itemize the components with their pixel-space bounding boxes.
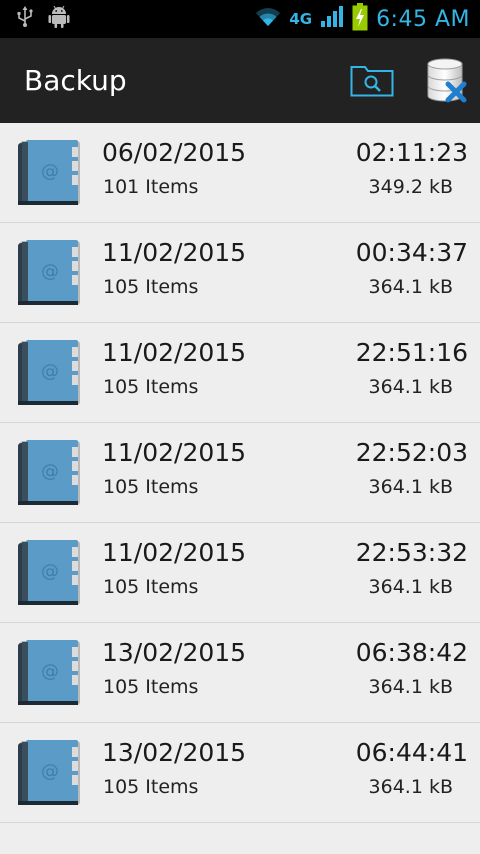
backup-date: 11/02/2015 [102, 438, 247, 467]
backup-date: 11/02/2015 [102, 238, 247, 267]
backup-file-size: 364.1 kB [368, 276, 453, 298]
svg-text:@: @ [41, 761, 59, 782]
backup-date: 11/02/2015 [102, 338, 247, 367]
backup-list: @ 06/02/2015 101 Items 02:11:23 349.2 kB… [0, 123, 480, 823]
backup-time: 06:44:41 [355, 738, 468, 767]
status-bar-right: 4G 6:45 AM [255, 0, 470, 38]
svg-text:@: @ [41, 561, 59, 582]
address-book-icon: @ [18, 340, 80, 405]
backup-item-count: 105 Items [103, 376, 199, 398]
backup-time: 00:34:37 [355, 238, 468, 267]
svg-text:@: @ [41, 261, 59, 282]
backup-file-size: 364.1 kB [368, 376, 453, 398]
svg-text:@: @ [41, 661, 59, 682]
status-bar: 4G 6:45 AM [0, 0, 480, 38]
backup-file-size: 364.1 kB [368, 576, 453, 598]
address-book-icon: @ [18, 140, 80, 205]
svg-text:@: @ [41, 161, 59, 182]
backup-item-count: 105 Items [103, 276, 199, 298]
backup-time: 22:53:32 [355, 538, 468, 567]
backup-item-count: 105 Items [103, 676, 199, 698]
backup-date: 13/02/2015 [102, 738, 247, 767]
backup-date: 13/02/2015 [102, 638, 247, 667]
clear-database-button[interactable] [420, 56, 470, 106]
android-debug-icon [48, 5, 70, 33]
backup-item-count: 105 Items [103, 576, 199, 598]
backup-list-item[interactable]: @ 13/02/2015 105 Items 06:38:42 364.1 kB [0, 623, 480, 723]
network-type-label: 4G [289, 10, 313, 28]
backup-date: 11/02/2015 [102, 538, 247, 567]
address-book-icon: @ [18, 640, 80, 705]
backup-list-item[interactable]: @ 11/02/2015 105 Items 22:52:03 364.1 kB [0, 423, 480, 523]
backup-item-count: 101 Items [103, 176, 199, 198]
backup-list-item[interactable]: @ 11/02/2015 105 Items 00:34:37 364.1 kB [0, 223, 480, 323]
backup-list-item[interactable]: @ 06/02/2015 101 Items 02:11:23 349.2 kB [0, 123, 480, 223]
address-book-icon: @ [18, 540, 80, 605]
backup-file-size: 364.1 kB [368, 676, 453, 698]
backup-file-size: 349.2 kB [368, 176, 453, 198]
usb-icon [16, 6, 34, 32]
backup-list-item[interactable]: @ 13/02/2015 105 Items 06:44:41 364.1 kB [0, 723, 480, 823]
backup-time: 02:11:23 [355, 138, 468, 167]
address-book-icon: @ [18, 740, 80, 805]
svg-text:@: @ [41, 361, 59, 382]
address-book-icon: @ [18, 440, 80, 505]
backup-file-size: 364.1 kB [368, 476, 453, 498]
search-backup-icon [350, 66, 394, 97]
svg-text:@: @ [41, 461, 59, 482]
clock-time: 6:45 AM [376, 6, 470, 32]
action-bar: Backup [0, 38, 480, 123]
backup-item-count: 105 Items [103, 776, 199, 798]
page-title: Backup [24, 64, 127, 97]
status-bar-left [16, 5, 70, 33]
backup-time: 22:51:16 [355, 338, 468, 367]
backup-file-size: 364.1 kB [368, 776, 453, 798]
backup-list-item[interactable]: @ 11/02/2015 105 Items 22:53:32 364.1 kB [0, 523, 480, 623]
battery-charging-icon [352, 3, 368, 35]
backup-time: 06:38:42 [355, 638, 468, 667]
backup-list-item[interactable]: @ 11/02/2015 105 Items 22:51:16 364.1 kB [0, 323, 480, 423]
address-book-icon: @ [18, 240, 80, 305]
backup-item-count: 105 Items [103, 476, 199, 498]
search-backup-button[interactable] [350, 63, 394, 97]
clear-database-icon [427, 58, 467, 103]
wifi-icon [255, 6, 281, 32]
backup-time: 22:52:03 [355, 438, 468, 467]
backup-date: 06/02/2015 [102, 138, 247, 167]
signal-icon [320, 6, 344, 32]
